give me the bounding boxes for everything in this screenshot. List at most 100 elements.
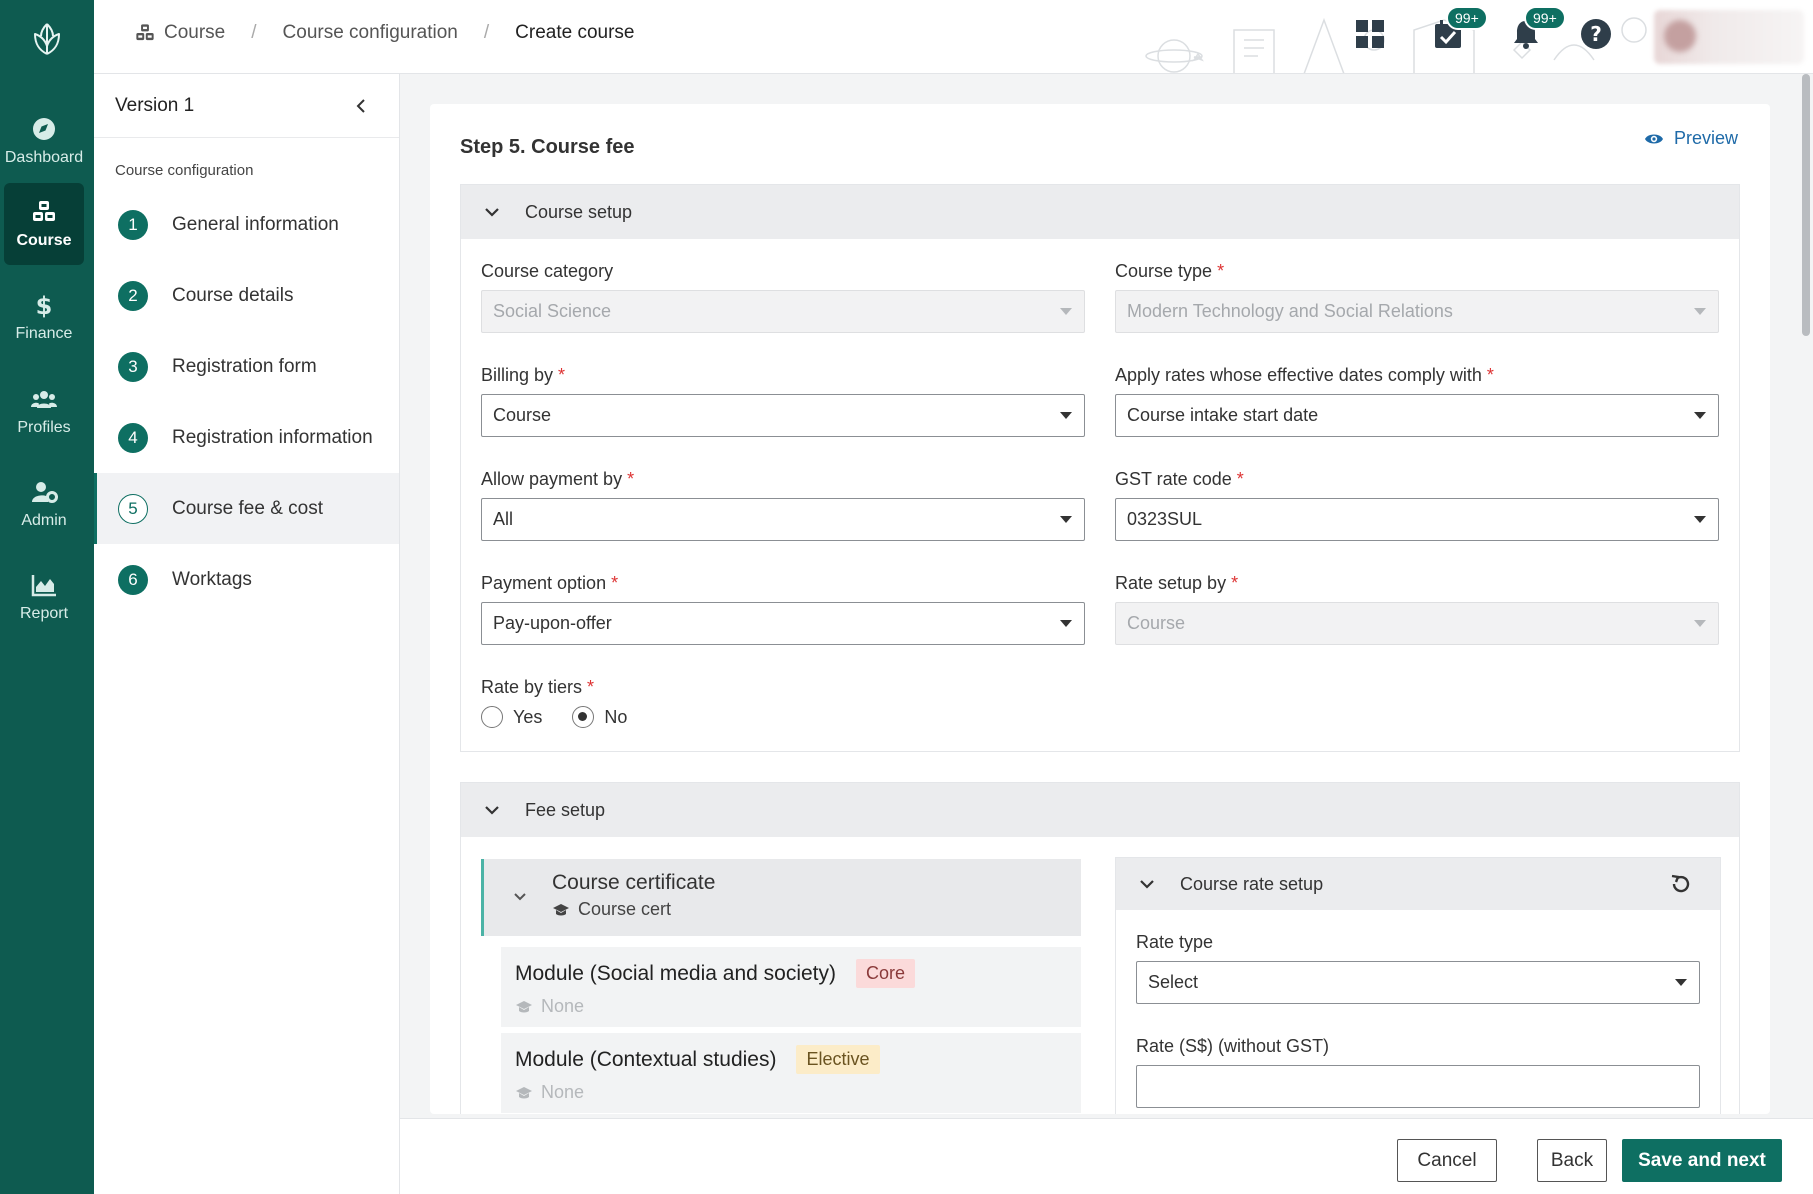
module-item[interactable]: Module (Contextual studies) Elective Non… [501, 1033, 1081, 1113]
rail-item-report[interactable]: Report [4, 556, 84, 638]
step-general-information[interactable]: 1 General information [94, 189, 399, 260]
field-label: Course type * [1115, 261, 1225, 281]
allow-payment-select[interactable]: All [481, 498, 1085, 541]
select-value: Course [1127, 613, 1186, 633]
caret-down-icon [1060, 412, 1072, 419]
course-type-field: Course type * Modern Technology and Socia… [1115, 261, 1719, 333]
step-course-details[interactable]: 2 Course details [94, 260, 399, 331]
step-label: Course fee & cost [172, 497, 324, 519]
rate-input[interactable] [1136, 1065, 1700, 1108]
step-course-fee-cost[interactable]: 5 Course fee & cost [94, 473, 399, 544]
footer-actions: Cancel Back Save and next [400, 1118, 1813, 1194]
rail-item-label: Report [19, 605, 69, 622]
version-header: Version 1 [94, 74, 399, 138]
step-number: 3 [118, 351, 148, 382]
graduation-cap-icon [516, 1000, 532, 1012]
main-scrollbar[interactable] [1801, 74, 1811, 1118]
step-label: Worktags [172, 568, 252, 590]
course-rate-setup-header[interactable]: Course rate setup [1116, 858, 1720, 910]
breadcrumb: Course / Course configuration / Create c… [134, 22, 634, 44]
course-blocks-icon [33, 201, 55, 221]
step-number: 6 [118, 564, 148, 595]
caret-down-icon [1060, 620, 1072, 627]
chevron-left-icon[interactable] [349, 94, 373, 118]
help-icon[interactable]: ? [1578, 16, 1614, 52]
scrollbar-thumb[interactable] [1802, 74, 1810, 336]
caret-down-icon [1060, 308, 1072, 315]
elective-tag: Elective [796, 1045, 880, 1074]
module-item[interactable]: Module (Social media and society) Core N… [501, 947, 1081, 1027]
step-label: Course details [172, 284, 294, 306]
field-label: Course category [481, 261, 614, 281]
app-logo-icon[interactable] [27, 20, 67, 60]
required-mark: * [611, 573, 619, 593]
chart-icon [31, 575, 56, 597]
apply-rates-select[interactable]: Course intake start date [1115, 394, 1719, 437]
avatar[interactable] [1664, 20, 1696, 52]
section-title: Course rate setup [1180, 873, 1324, 894]
save-and-next-button[interactable]: Save and next [1622, 1139, 1782, 1182]
breadcrumb-course[interactable]: Course [164, 22, 225, 44]
course-setup-header[interactable]: Course setup [461, 185, 1739, 239]
rail-item-course[interactable]: Course [4, 183, 84, 265]
rail-item-label: Finance [15, 325, 73, 342]
select-value: Course intake start date [1127, 405, 1319, 425]
select-value: Social Science [493, 301, 612, 321]
certificate-title: Course certificate [552, 871, 716, 894]
rate-by-tiers-no-radio[interactable]: No [572, 706, 627, 728]
required-mark: * [1217, 261, 1225, 281]
step-registration-form[interactable]: 3 Registration form [94, 331, 399, 402]
payment-option-select[interactable]: Pay-upon-offer [481, 602, 1085, 645]
core-tag: Core [856, 959, 916, 988]
payment-option-field: Payment option * Pay-upon-offer [481, 573, 1085, 645]
left-rail: Dashboard Course $ Finance Profiles Admi… [0, 0, 94, 1194]
fee-setup-header[interactable]: Fee setup [461, 783, 1739, 837]
breadcrumb-separator: / [251, 22, 257, 43]
reset-icon[interactable] [1668, 872, 1692, 896]
gst-rate-code-select[interactable]: 0323SUL [1115, 498, 1719, 541]
rail-item-finance[interactable]: $ Finance [4, 276, 84, 358]
rate-type-select[interactable]: Select [1136, 961, 1700, 1004]
course-category-field: Course category Social Science [481, 261, 1085, 333]
caret-down-icon [1694, 308, 1706, 315]
chevron-down-icon [514, 893, 526, 901]
course-blocks-icon [136, 24, 154, 41]
select-value: Select [1148, 972, 1199, 992]
apps-grid-icon[interactable] [1352, 16, 1388, 52]
rate-by-tiers-field: Rate by tiers * Yes No [481, 677, 1085, 728]
rate-setup-by-field: Rate setup by * Course [1115, 573, 1719, 645]
rate-by-tiers-radio-group: Yes No [481, 706, 1085, 728]
billing-by-select[interactable]: Course [481, 394, 1085, 437]
module-title: Module (Social media and society) Core [515, 959, 1081, 988]
breadcrumb-current: Create course [515, 22, 635, 43]
course-type-select: Modern Technology and Social Relations [1115, 290, 1719, 333]
step-number: 1 [118, 209, 148, 240]
rail-item-dashboard[interactable]: Dashboard [4, 100, 84, 182]
rate-by-tiers-yes-radio[interactable]: Yes [481, 706, 542, 728]
field-label: Payment option * [481, 573, 619, 593]
course-certificate-card[interactable]: Course certificate Course cert [481, 859, 1081, 936]
module-title: Module (Contextual studies) Elective [515, 1045, 1081, 1074]
step-worktags[interactable]: 6 Worktags [94, 544, 399, 615]
rail-item-profiles[interactable]: Profiles [4, 370, 84, 452]
cancel-button[interactable]: Cancel [1397, 1139, 1497, 1182]
rate-setup-by-select: Course [1115, 602, 1719, 645]
breadcrumb-course-configuration[interactable]: Course configuration [283, 22, 458, 44]
caret-down-icon [1694, 412, 1706, 419]
step-registration-information[interactable]: 4 Registration information [94, 402, 399, 473]
select-value: 0323SUL [1127, 509, 1203, 529]
svg-text:?: ? [1590, 22, 1602, 46]
field-label: Billing by * [481, 365, 566, 385]
field-label: Rate (S$) (without GST) [1136, 1036, 1330, 1056]
course-rate-setup-panel: Course rate setup Rate type Select Rate … [1115, 857, 1721, 1114]
step-label: Registration form [172, 355, 317, 377]
rate-field: Rate (S$) (without GST) [1136, 1036, 1700, 1108]
people-icon [31, 391, 57, 408]
breadcrumb-separator: / [483, 22, 490, 43]
field-label: Rate setup by * [1115, 573, 1239, 593]
rail-item-admin[interactable]: Admin [4, 463, 84, 545]
back-button[interactable]: Back [1537, 1139, 1607, 1182]
preview-link[interactable]: Preview [1644, 128, 1738, 149]
course-category-select: Social Science [481, 290, 1085, 333]
step-label: Registration information [172, 426, 373, 448]
